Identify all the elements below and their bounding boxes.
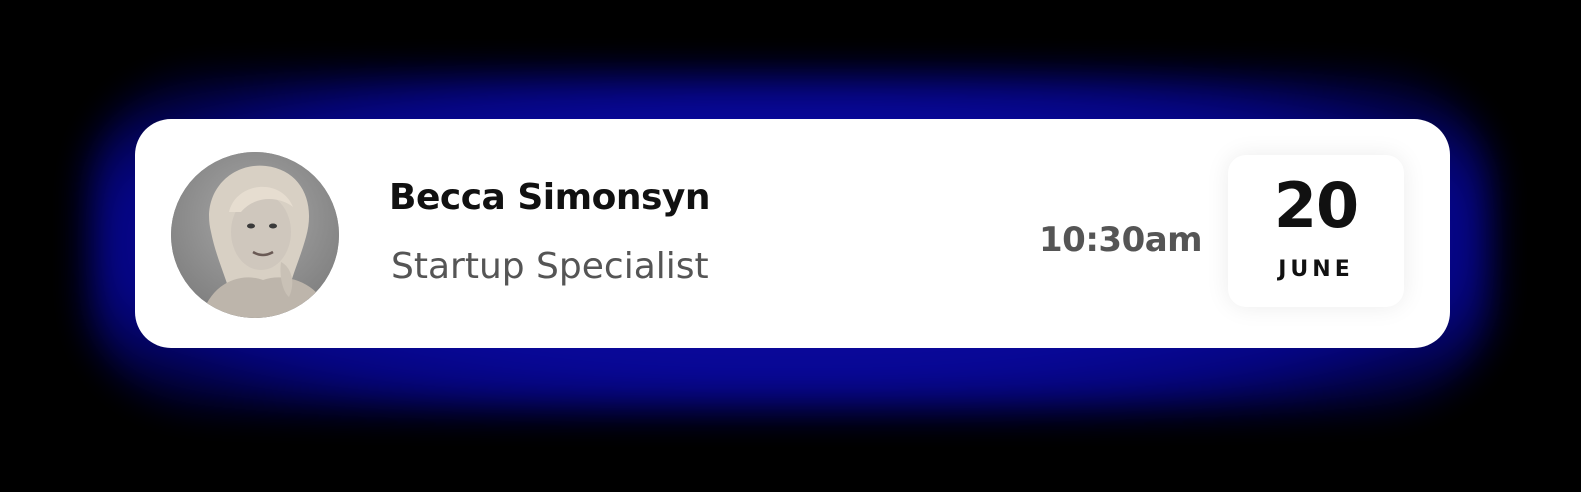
date-day: 20 (1273, 169, 1359, 242)
person-name: Becca Simonsyn (389, 177, 711, 218)
date-badge: 20 JUNE (1228, 155, 1404, 307)
appointment-card[interactable]: Becca Simonsyn Startup Specialist 10:30a… (135, 119, 1450, 348)
appointment-time: 10:30am (1039, 220, 1203, 260)
stage: Becca Simonsyn Startup Specialist 10:30a… (0, 0, 1581, 492)
avatar-photo-icon (171, 152, 339, 318)
date-month: JUNE (1278, 257, 1354, 282)
avatar (171, 152, 339, 318)
person-role: Startup Specialist (391, 246, 709, 287)
